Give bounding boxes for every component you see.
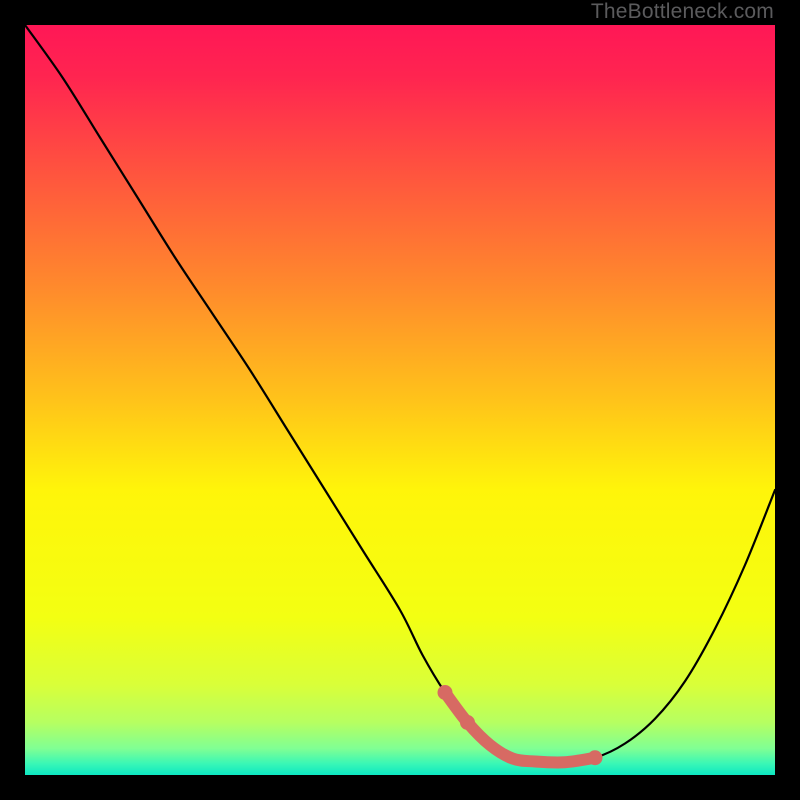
watermark-text: TheBottleneck.com bbox=[591, 0, 774, 24]
overlay-dot bbox=[460, 715, 475, 730]
chart-svg bbox=[25, 25, 775, 775]
gradient-background bbox=[25, 25, 775, 775]
overlay-dot bbox=[588, 750, 603, 765]
overlay-dot bbox=[438, 685, 453, 700]
chart-stage: TheBottleneck.com bbox=[0, 0, 800, 800]
